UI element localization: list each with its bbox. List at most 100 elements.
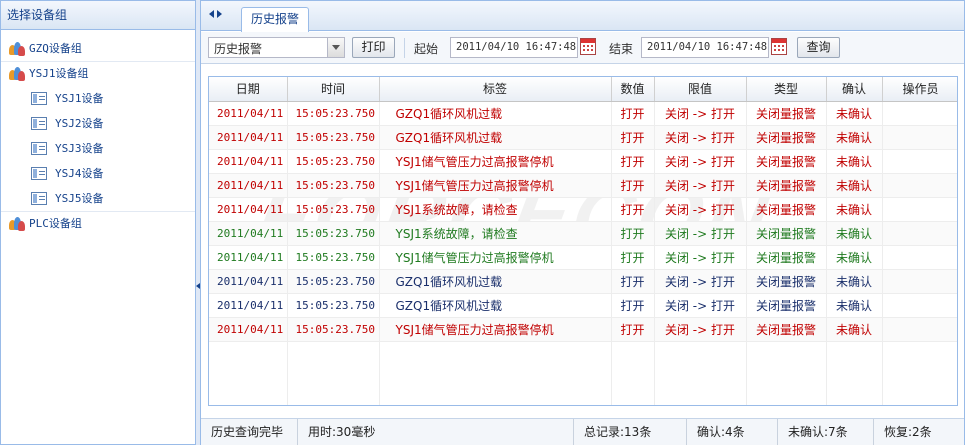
table-row[interactable]: 2011/04/11 15:05:23.750 YSJ1储气管压力过高报警停机 打开关… bbox=[209, 317, 957, 342]
start-datetime-field[interactable]: 2011/04/10 16:47:48 bbox=[450, 37, 578, 58]
col-header-operator[interactable]: 操作员 bbox=[882, 77, 957, 102]
device-tree: GZQ设备组 YSJ1设备组 YSJ1设备 YSJ2设备 YSJ3设备 YSJ4… bbox=[1, 30, 195, 236]
cell-time: 15:05:23.750 bbox=[287, 317, 380, 342]
status-restored: 恢复:2条 bbox=[873, 419, 964, 445]
status-bar: 历史查询完毕 用时:30毫秒 总记录:13条 确认:4条 未确认:7条 恢复:2… bbox=[201, 418, 964, 445]
tree-group-plc[interactable]: PLC设备组 bbox=[1, 211, 195, 236]
table-row[interactable]: 2011/04/11 15:05:23.750 YSJ1储气管压力过高报警停机 打开关… bbox=[209, 149, 957, 174]
cell-date: 2011/04/11 bbox=[209, 125, 288, 150]
cell-tag: GZQ1循环风机过载 bbox=[379, 125, 612, 150]
table-row[interactable]: 2011/04/11 15:05:23.750 YSJ1系统故障，请检查 打开 关闭 -… bbox=[209, 221, 957, 246]
query-button[interactable]: 查询 bbox=[797, 37, 840, 58]
cell-confirm: 未确认 bbox=[826, 125, 883, 150]
empty-cell bbox=[654, 341, 747, 405]
table-row[interactable]: 2011/04/11 15:05:23.750 YSJ1储气管压力过高报警停机 打开关… bbox=[209, 245, 957, 270]
table-header-row: 日期 时间 标签 数值 限值 类型 确认 操作员 bbox=[209, 77, 957, 102]
cell-tag: GZQ1循环风机过载 bbox=[379, 269, 612, 294]
cell-confirm: 未确认 bbox=[826, 173, 883, 198]
col-header-confirm[interactable]: 确认 bbox=[826, 77, 883, 102]
cell-tag: YSJ1系统故障，请检查 bbox=[379, 197, 612, 222]
cell-confirm: 未确认 bbox=[826, 101, 883, 126]
table-row[interactable]: 2011/04/11 15:05:23.750 GZQ1循环风机过载 打开 关闭 -> … bbox=[209, 125, 957, 150]
table-row[interactable]: 2011/04/11 15:05:23.750 YSJ1系统故障，请检查 打开 关闭 -… bbox=[209, 197, 957, 222]
status-total: 总记录:13条 bbox=[573, 419, 686, 445]
tree-item-label: YSJ5设备 bbox=[55, 191, 104, 205]
tree-item-ysj1[interactable]: YSJ1设备 bbox=[1, 86, 195, 111]
alarm-table: 日期 时间 标签 数值 限值 类型 确认 操作员 2011/04/11 15:05… bbox=[209, 77, 957, 405]
cell-value: 打开 bbox=[611, 293, 655, 318]
cell-operator bbox=[882, 149, 957, 174]
cell-operator bbox=[882, 245, 957, 270]
col-header-value[interactable]: 数值 bbox=[611, 77, 655, 102]
tree-item-label: YSJ2设备 bbox=[55, 116, 104, 130]
col-header-date[interactable]: 日期 bbox=[209, 77, 288, 102]
end-datetime-field[interactable]: 2011/04/10 16:47:48 bbox=[641, 37, 769, 58]
device-group-panel: 选择设备组 GZQ设备组 YSJ1设备组 YSJ1设备 YSJ2设备 YSJ3设… bbox=[0, 0, 196, 445]
status-confirmed: 确认:4条 bbox=[686, 419, 775, 445]
cell-value: 打开 bbox=[611, 173, 655, 198]
tree-item-ysj4[interactable]: YSJ4设备 bbox=[1, 161, 195, 186]
cell-tag: GZQ1循环风机过载 bbox=[379, 101, 612, 126]
end-label: 结束 bbox=[609, 42, 634, 56]
cell-confirm: 未确认 bbox=[826, 149, 883, 174]
cell-date: 2011/04/11 bbox=[209, 101, 288, 126]
cell-type: 关闭量报警 bbox=[746, 317, 827, 342]
tree-item-label: YSJ4设备 bbox=[55, 166, 104, 180]
col-header-tag[interactable]: 标签 bbox=[379, 77, 612, 102]
cell-date: 2011/04/11 bbox=[209, 293, 288, 318]
cell-tag: YSJ1储气管压力过高报警停机 bbox=[379, 173, 612, 198]
end-calendar-icon[interactable] bbox=[771, 38, 787, 55]
table-row[interactable]: 2011/04/11 15:05:23.750 YSJ1储气管压力过高报警停机 打开关… bbox=[209, 173, 957, 198]
alarm-grid: FORCECON 日期 时间 标签 数值 限值 类型 确认 操作员 2011/0… bbox=[208, 76, 958, 406]
cell-limit: 关闭 -> 打开 bbox=[654, 293, 747, 318]
table-row[interactable]: 2011/04/11 15:05:23.750 GZQ1循环风机过载 打开 关闭 -> … bbox=[209, 101, 957, 126]
tree-group-label: GZQ设备组 bbox=[29, 41, 82, 55]
cell-time: 15:05:23.750 bbox=[287, 197, 380, 222]
cell-operator bbox=[882, 269, 957, 294]
cell-type: 关闭量报警 bbox=[746, 269, 827, 294]
cell-date: 2011/04/11 bbox=[209, 245, 288, 270]
cell-time: 15:05:23.750 bbox=[287, 269, 380, 294]
status-elapsed: 用时:30毫秒 bbox=[297, 419, 569, 445]
tree-group-ysj1[interactable]: YSJ1设备组 bbox=[1, 61, 195, 86]
cell-value: 打开 bbox=[611, 197, 655, 222]
tree-item-ysj2[interactable]: YSJ2设备 bbox=[1, 111, 195, 136]
device-icon bbox=[31, 142, 47, 155]
cell-tag: YSJ1储气管压力过高报警停机 bbox=[379, 245, 612, 270]
cell-date: 2011/04/11 bbox=[209, 317, 288, 342]
cell-limit: 关闭 -> 打开 bbox=[654, 125, 747, 150]
panel-title: 选择设备组 bbox=[1, 1, 195, 30]
chevron-down-icon[interactable] bbox=[327, 38, 344, 57]
table-row[interactable]: 2011/04/11 15:05:23.750 GZQ1循环风机过载 打开 关闭 -> … bbox=[209, 269, 957, 294]
empty-cell bbox=[882, 341, 957, 405]
cell-operator bbox=[882, 317, 957, 342]
cell-value: 打开 bbox=[611, 221, 655, 246]
col-header-limit[interactable]: 限值 bbox=[654, 77, 747, 102]
device-icon bbox=[31, 192, 47, 205]
cell-value: 打开 bbox=[611, 149, 655, 174]
cell-value: 打开 bbox=[611, 269, 655, 294]
cell-type: 关闭量报警 bbox=[746, 221, 827, 246]
group-icon bbox=[9, 67, 25, 81]
cell-date: 2011/04/11 bbox=[209, 221, 288, 246]
tab-scroll-arrows-icon[interactable] bbox=[209, 10, 222, 18]
collapse-arrow-icon[interactable] bbox=[196, 283, 200, 289]
col-header-type[interactable]: 类型 bbox=[746, 77, 827, 102]
alarm-type-select[interactable]: 历史报警 bbox=[208, 37, 345, 58]
col-header-time[interactable]: 时间 bbox=[287, 77, 380, 102]
cell-confirm: 未确认 bbox=[826, 293, 883, 318]
empty-cell bbox=[209, 341, 288, 405]
cell-type: 关闭量报警 bbox=[746, 173, 827, 198]
tab-history-alarm[interactable]: 历史报警 bbox=[241, 7, 309, 32]
cell-time: 15:05:23.750 bbox=[287, 221, 380, 246]
cell-time: 15:05:23.750 bbox=[287, 245, 380, 270]
tree-group-gzq[interactable]: GZQ设备组 bbox=[1, 36, 195, 61]
alarm-panel: 历史报警 历史报警 打印 起始 2011/04/10 16:47:48 结束 2… bbox=[201, 0, 965, 445]
cell-confirm: 未确认 bbox=[826, 245, 883, 270]
table-row[interactable]: 2011/04/11 15:05:23.750 GZQ1循环风机过载 打开 关闭 -> … bbox=[209, 293, 957, 318]
print-button[interactable]: 打印 bbox=[352, 37, 395, 58]
empty-cell bbox=[287, 341, 380, 405]
tree-item-ysj3[interactable]: YSJ3设备 bbox=[1, 136, 195, 161]
start-calendar-icon[interactable] bbox=[580, 38, 596, 55]
tree-item-ysj5[interactable]: YSJ5设备 bbox=[1, 186, 195, 211]
